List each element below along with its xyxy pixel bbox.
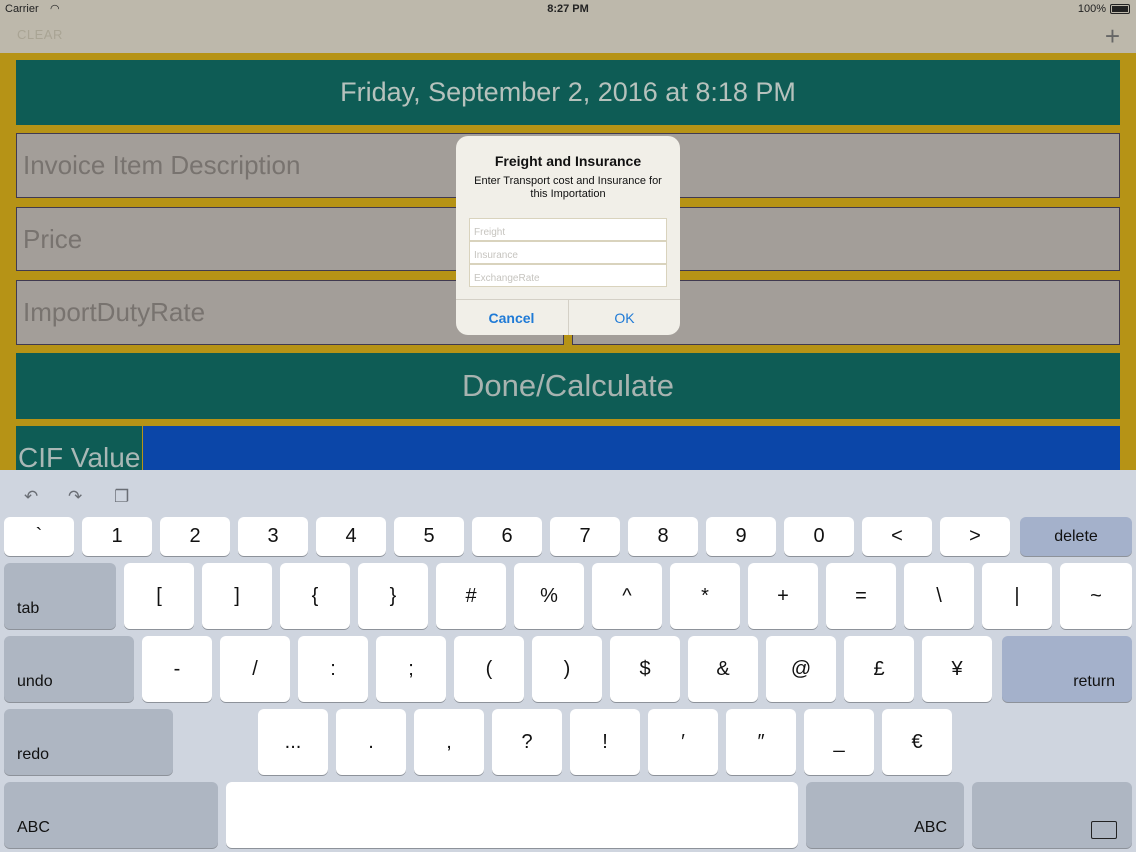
key[interactable]: ? <box>492 709 562 775</box>
key[interactable]: 1 <box>82 517 152 556</box>
key[interactable]: . <box>336 709 406 775</box>
done-calculate-button[interactable]: Done/Calculate <box>16 353 1120 419</box>
clear-button[interactable]: CLEAR <box>17 27 63 42</box>
key[interactable]: 3 <box>238 517 308 556</box>
key[interactable]: ... <box>258 709 328 775</box>
key[interactable]: ^ <box>592 563 662 629</box>
key[interactable]: $ <box>610 636 680 702</box>
redo-icon[interactable]: ↷ <box>68 487 82 507</box>
space-bar[interactable] <box>226 782 798 848</box>
key[interactable]: } <box>358 563 428 629</box>
key[interactable]: = <box>826 563 896 629</box>
battery-percent: 100% <box>1077 3 1106 15</box>
key[interactable]: - <box>142 636 212 702</box>
key[interactable]: < <box>862 517 932 556</box>
item-description-placeholder: Invoice Item Description <box>23 150 301 180</box>
exchange-rate-input[interactable] <box>469 264 667 287</box>
key[interactable]: > <box>940 517 1010 556</box>
key[interactable]: 4 <box>316 517 386 556</box>
status-time: 8:27 PM <box>547 3 589 15</box>
price-placeholder: Price <box>23 223 83 254</box>
key[interactable]: ″ <box>726 709 796 775</box>
key[interactable]: 0 <box>784 517 854 556</box>
alert-message: Enter Transport cost and Insurance for t… <box>474 175 662 200</box>
cancel-button[interactable]: Cancel <box>456 300 567 335</box>
date-display[interactable]: Friday, September 2, 2016 at 8:18 PM <box>16 60 1120 125</box>
battery-icon <box>1110 4 1130 14</box>
abc-key-left[interactable]: ABC <box>4 782 218 848</box>
insurance-input[interactable] <box>469 241 667 264</box>
add-icon[interactable]: + <box>1105 21 1120 52</box>
key[interactable]: | <box>982 563 1052 629</box>
undo-key[interactable]: undo <box>4 636 134 702</box>
cif-value-output <box>143 426 1120 472</box>
hide-keyboard-key[interactable] <box>972 782 1132 848</box>
status-bar: Carrier ◠ 8:27 PM 100% <box>0 0 1136 20</box>
key[interactable]: : <box>298 636 368 702</box>
import-duty-placeholder: ImportDutyRate <box>23 297 206 327</box>
key[interactable]: ~ <box>1060 563 1132 629</box>
key[interactable]: 8 <box>628 517 698 556</box>
keyboard-hide-icon <box>1091 821 1117 839</box>
key[interactable]: [ <box>124 563 194 629</box>
alert-title: Freight and Insurance <box>494 153 642 169</box>
key[interactable]: ¥ <box>922 636 992 702</box>
abc-key-right[interactable]: ABC <box>806 782 964 848</box>
key[interactable]: % <box>514 563 584 629</box>
ok-button[interactable]: OK <box>569 300 680 335</box>
key[interactable]: ] <box>202 563 272 629</box>
key[interactable]: * <box>670 563 740 629</box>
key[interactable]: , <box>414 709 484 775</box>
key[interactable]: # <box>436 563 506 629</box>
redo-key[interactable]: redo <box>4 709 173 775</box>
cif-value-label: CIF Value <box>16 426 142 472</box>
key[interactable]: 2 <box>160 517 230 556</box>
key[interactable]: _ <box>804 709 874 775</box>
return-key[interactable]: return <box>1002 636 1132 702</box>
tab-key[interactable]: tab <box>4 563 116 629</box>
key[interactable]: { <box>280 563 350 629</box>
key[interactable]: 7 <box>550 517 620 556</box>
key[interactable]: ) <box>532 636 602 702</box>
freight-insurance-alert: Freight and Insurance Enter Transport co… <box>456 136 680 335</box>
key[interactable]: ′ <box>648 709 718 775</box>
key[interactable]: ` <box>4 517 74 556</box>
key[interactable]: 9 <box>706 517 776 556</box>
key[interactable]: \ <box>904 563 974 629</box>
key[interactable]: + <box>748 563 818 629</box>
paste-icon[interactable]: ❐ <box>114 487 129 507</box>
key[interactable]: & <box>688 636 758 702</box>
key[interactable]: ( <box>454 636 524 702</box>
key[interactable]: £ <box>844 636 914 702</box>
key[interactable]: / <box>220 636 290 702</box>
undo-icon[interactable]: ↶ <box>24 487 38 507</box>
key[interactable]: 6 <box>472 517 542 556</box>
key[interactable]: @ <box>766 636 836 702</box>
key[interactable]: ! <box>570 709 640 775</box>
key[interactable]: ; <box>376 636 446 702</box>
freight-input[interactable] <box>469 218 667 241</box>
delete-key[interactable]: delete <box>1020 517 1132 556</box>
key[interactable]: € <box>882 709 952 775</box>
nav-bar <box>0 20 1136 53</box>
key[interactable]: 5 <box>394 517 464 556</box>
